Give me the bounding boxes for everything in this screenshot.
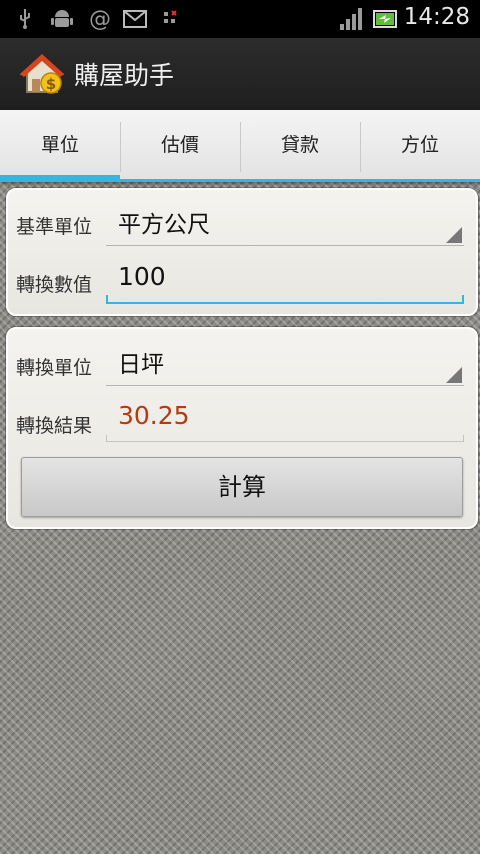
tab-label: 方位: [400, 134, 439, 156]
conversion-card: 轉換單位 日坪 轉換結果 30.25 計算: [6, 327, 478, 529]
clock-time: 14:28: [403, 4, 470, 30]
at-sign-icon: @: [89, 6, 111, 32]
tab-bar: 單位 估價 貸款 方位: [0, 110, 480, 182]
tab-valuation[interactable]: 估價: [120, 110, 240, 182]
dropdown-arrow-icon: [446, 227, 462, 243]
android-debug-icon: [50, 8, 74, 30]
tab-orientation[interactable]: 方位: [360, 110, 480, 182]
base-unit-spinner[interactable]: 平方公尺: [106, 195, 464, 246]
svg-text:$: $: [46, 75, 56, 93]
action-bar: $ 購屋助手: [0, 38, 480, 111]
result-label: 轉換結果: [16, 415, 93, 437]
data-sync-icon: [160, 8, 180, 30]
calculate-button[interactable]: 計算: [21, 457, 463, 517]
signal-icon: [338, 8, 364, 30]
base-unit-value: 平方公尺: [118, 212, 210, 238]
result-value: 30.25: [118, 401, 190, 430]
usb-icon: [14, 8, 36, 30]
tab-loan[interactable]: 貸款: [240, 110, 360, 182]
tab-unit[interactable]: 單位: [0, 110, 120, 182]
target-unit-spinner[interactable]: 日坪: [106, 335, 464, 386]
tab-indicator: [360, 179, 480, 182]
status-bar: @ 14:28: [0, 0, 480, 38]
tab-label: 單位: [40, 134, 79, 156]
convert-value-text: 100: [118, 262, 166, 291]
base-unit-card: 基準單位 平方公尺 轉換數值 100: [6, 188, 478, 316]
battery-charging-icon: [372, 8, 400, 30]
target-unit-value: 日坪: [118, 352, 164, 378]
tab-indicator: [240, 179, 360, 182]
tab-indicator: [120, 179, 240, 182]
dropdown-arrow-icon: [446, 367, 462, 383]
gmail-icon: [122, 8, 148, 30]
convert-value-label: 轉換數值: [16, 274, 93, 296]
house-dollar-icon: $: [19, 52, 65, 96]
target-unit-label: 轉換單位: [16, 357, 93, 379]
app-title: 購屋助手: [74, 61, 175, 90]
tab-label: 貸款: [280, 134, 319, 156]
tab-label: 估價: [160, 134, 199, 156]
base-unit-label: 基準單位: [16, 216, 93, 238]
tab-indicator: [0, 175, 120, 182]
convert-value-input[interactable]: 100: [106, 256, 464, 304]
result-field[interactable]: 30.25: [106, 395, 464, 442]
